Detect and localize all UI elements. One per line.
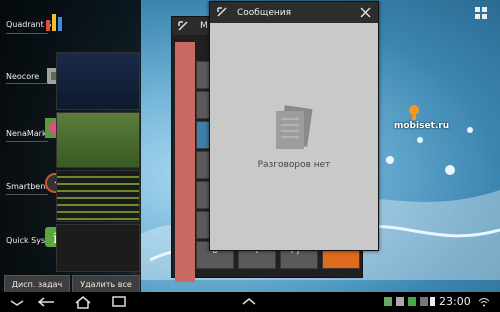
app-label: Neocore (6, 72, 40, 81)
mini-apps-tray-icon[interactable] (238, 292, 260, 312)
system-navbar: 23:00 (0, 292, 500, 312)
usb-icon (420, 297, 428, 306)
calculator-title: М (200, 21, 208, 31)
home-icon[interactable] (72, 292, 94, 312)
document-icon (276, 105, 313, 149)
bar-chart-icon (46, 14, 62, 31)
recent-apps-icon[interactable] (108, 292, 130, 312)
task-manager-button[interactable]: Дисп. задач (4, 275, 70, 293)
messages-titlebar[interactable]: Сообщения (210, 2, 378, 23)
close-icon[interactable] (360, 7, 371, 18)
battery-icon (430, 297, 435, 306)
grid-icon[interactable] (474, 6, 488, 20)
resize-icon[interactable] (178, 21, 188, 31)
empty-state-text: Разговоров нет (257, 160, 331, 170)
notification-icon[interactable] (408, 297, 416, 306)
hide-keyboard-icon[interactable] (8, 292, 26, 312)
clock[interactable]: 23:00 (439, 295, 471, 308)
thumbnail (56, 52, 140, 110)
divider (6, 33, 48, 34)
thumbnail (56, 112, 140, 168)
notification-icon[interactable] (396, 297, 404, 306)
hand-icon (409, 105, 419, 120)
calculator-display (175, 42, 195, 282)
notification-icon[interactable] (384, 297, 392, 306)
divider (6, 194, 48, 195)
back-icon[interactable] (36, 292, 58, 312)
messages-window[interactable]: Сообщения Разговоров нет (209, 1, 379, 251)
resize-icon[interactable] (217, 7, 227, 17)
wifi-icon (478, 298, 490, 307)
messages-title: Сообщения (237, 8, 292, 18)
remove-all-button[interactable]: Удалить все (72, 275, 140, 293)
divider (6, 141, 48, 142)
watermark: mobiset.ru (394, 121, 450, 131)
thumbnail (56, 224, 140, 272)
thumbnail (56, 170, 140, 222)
recent-apps-panel: Quadrant S Neocore NenaMark2 Smartbench (0, 0, 141, 293)
divider (6, 83, 48, 84)
